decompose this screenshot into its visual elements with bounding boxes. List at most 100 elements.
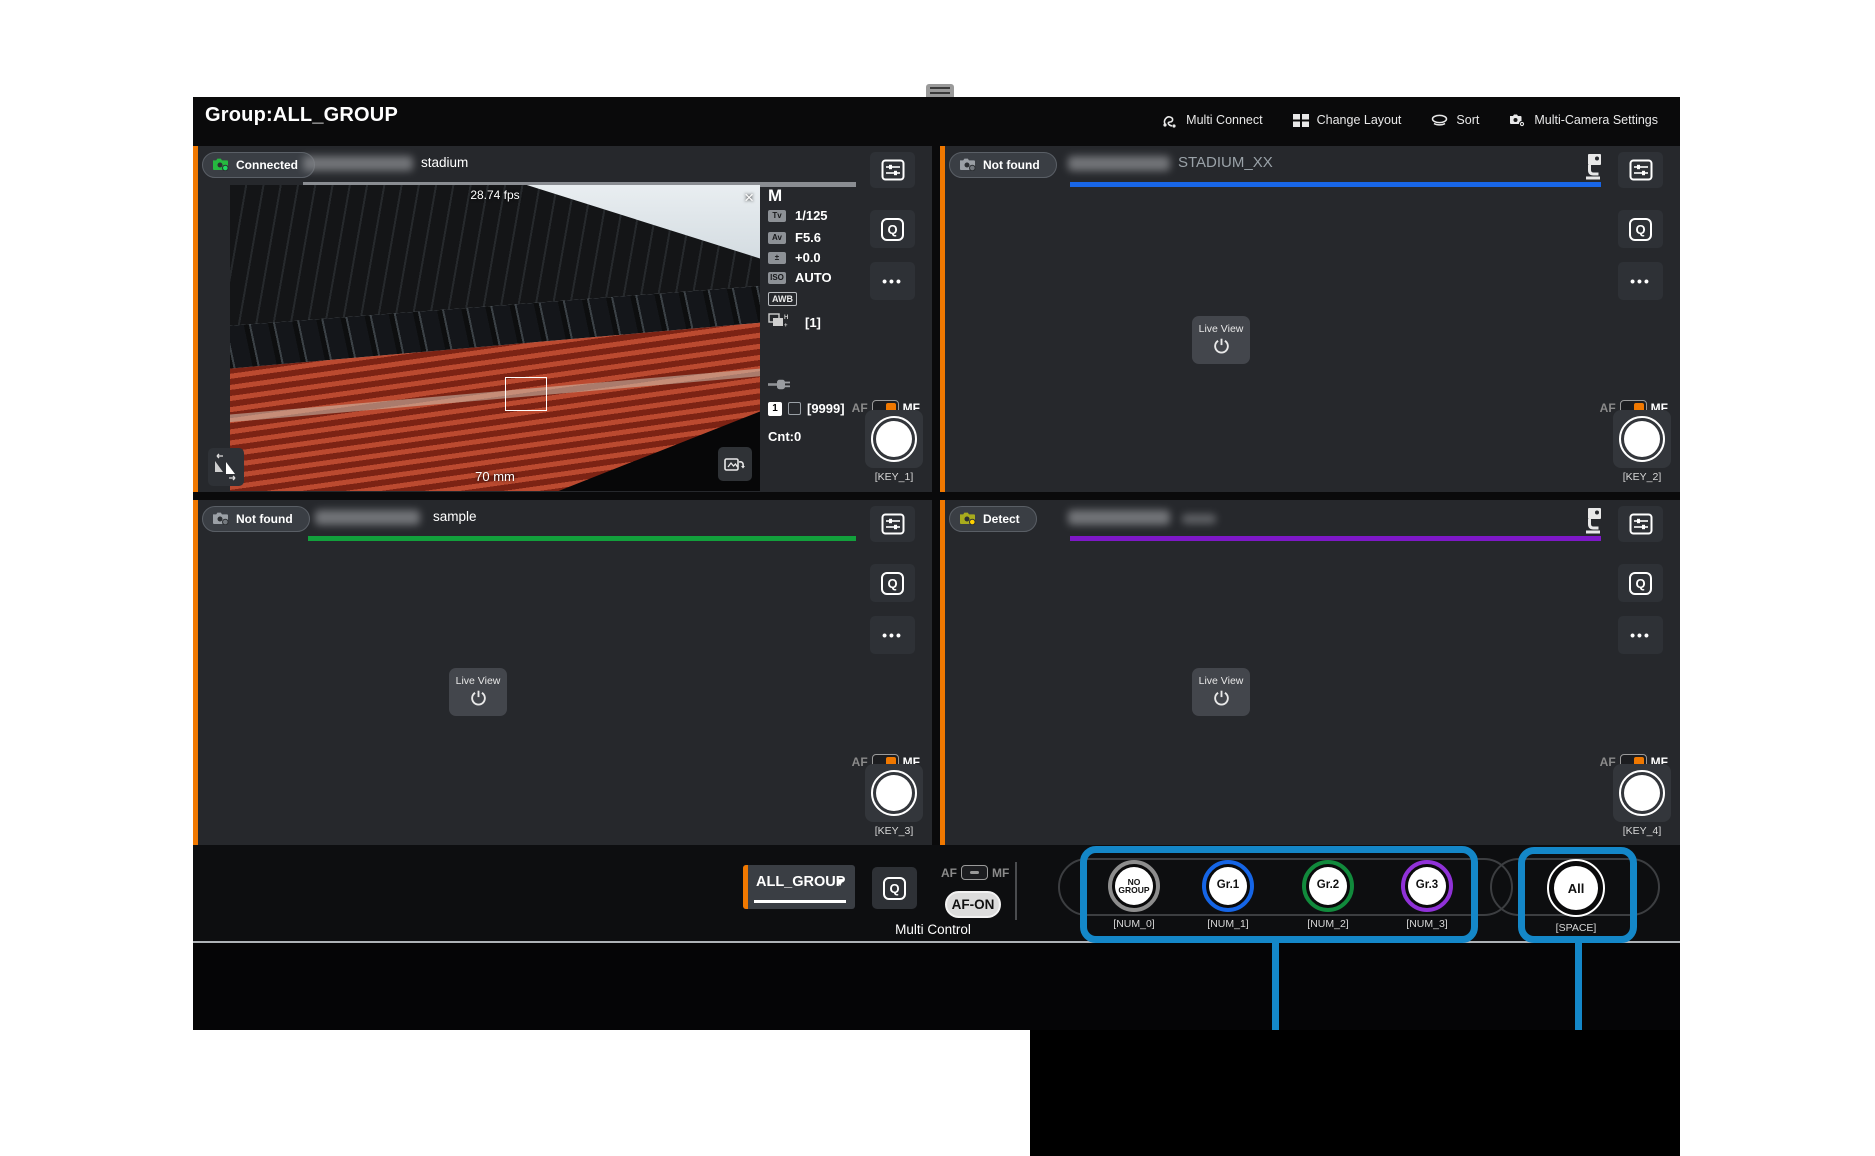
multi-control-bar: ALL_GROUP ▼ Q AF MF AF-ON Multi Control … <box>193 845 1680 1030</box>
status-badge: Not found <box>202 506 310 532</box>
more-options-button[interactable]: ••• <box>870 616 915 654</box>
quick-control-button[interactable]: Q <box>870 210 915 248</box>
live-view-image: 28.74 fps 70 mm × <box>230 185 760 491</box>
power-plug-icon <box>768 378 792 393</box>
bar-lower-area <box>193 943 1680 1030</box>
drive-count: [1] <box>805 315 821 330</box>
shortcut-key-label: [KEY_1] <box>865 471 923 483</box>
drive-mode-icon: H+ <box>768 313 788 331</box>
more-icon: ••• <box>882 627 903 643</box>
panel-settings-button[interactable] <box>1618 506 1663 542</box>
q-icon: Q <box>1629 572 1652 595</box>
shutter-release-button[interactable] <box>1613 764 1671 822</box>
more-options-button[interactable]: ••• <box>1618 262 1663 300</box>
power-icon <box>1213 337 1230 357</box>
camera-panel-3: Not found sample Q ••• Live View AF MF <box>193 500 932 845</box>
more-options-button[interactable]: ••• <box>870 262 915 300</box>
group-select-dropdown[interactable]: ALL_GROUP ▼ <box>743 865 855 909</box>
camera-panel-1: Connected stadium 28.74 fps 70 mm × <box>193 146 932 492</box>
more-options-button[interactable]: ••• <box>1618 616 1663 654</box>
panel-settings-button[interactable] <box>870 506 915 542</box>
focal-length-readout: 70 mm <box>230 469 760 484</box>
card-slot-badge: 1 <box>768 402 782 416</box>
close-icon[interactable]: × <box>744 189 754 206</box>
camera-connected-icon <box>212 157 229 174</box>
camera-not-found-icon <box>212 511 229 528</box>
focus-frame <box>505 377 547 411</box>
bar-section-divider <box>1015 862 1017 920</box>
quick-control-button[interactable]: Q <box>1618 564 1663 602</box>
quick-control-button[interactable]: Q <box>872 867 917 909</box>
iso-icon: ISO <box>768 272 786 284</box>
shortcut-key-label: [KEY_2] <box>1613 471 1671 483</box>
power-icon <box>470 689 487 709</box>
more-icon: ••• <box>1630 273 1651 289</box>
camera-ip-redacted <box>1068 156 1170 171</box>
sliders-icon <box>881 513 905 535</box>
master-af-mf-toggle[interactable] <box>961 865 988 880</box>
quick-control-button[interactable]: Q <box>1618 210 1663 248</box>
sliders-icon <box>881 159 905 181</box>
camera-panel-4: Detect Q ••• Live View AF MF <box>940 500 1680 845</box>
window-drag-handle[interactable] <box>926 84 954 97</box>
caption-area <box>1030 1030 1680 1156</box>
record-checkbox[interactable] <box>788 402 801 415</box>
image-transfer-button[interactable] <box>718 447 752 481</box>
camera-name: sample <box>433 509 477 524</box>
svg-text:+: + <box>784 323 788 328</box>
master-af-mf-toggle-group: AF MF <box>941 865 1009 880</box>
more-icon: ••• <box>882 273 903 289</box>
group-color-bar <box>1070 536 1601 541</box>
shooting-mode: M <box>768 186 782 206</box>
av-icon: Av <box>768 232 786 244</box>
shortcut-key-label: [KEY_3] <box>865 825 923 837</box>
image-arrow-icon <box>724 454 746 474</box>
multi-control-label: Multi Control <box>853 922 1013 937</box>
sliders-icon <box>1629 159 1653 181</box>
compare-view-button[interactable] <box>208 448 244 486</box>
shutter-release-button[interactable] <box>865 410 923 468</box>
menu-multi-camera-settings[interactable]: Multi-Camera Settings <box>1509 113 1658 128</box>
panel-settings-button[interactable] <box>870 152 915 188</box>
af-on-button[interactable]: AF-ON <box>945 891 1001 918</box>
q-icon: Q <box>881 572 904 595</box>
live-view-button[interactable]: Live View <box>1192 316 1250 364</box>
menu-sort[interactable]: Sort <box>1431 113 1479 127</box>
change-layout-icon <box>1293 114 1309 127</box>
panel-settings-button[interactable] <box>1618 152 1663 188</box>
panel-accent-bar <box>940 500 945 845</box>
aperture-value: F5.6 <box>795 230 821 245</box>
live-view-button[interactable]: Live View <box>1192 668 1250 716</box>
chevron-down-icon: ▼ <box>834 875 846 889</box>
status-badge: Not found <box>949 152 1057 178</box>
status-badge: Detect <box>949 506 1037 532</box>
status-badge: Connected <box>202 152 315 178</box>
callout-all-button <box>1518 847 1637 943</box>
shutter-release-button[interactable] <box>1613 410 1671 468</box>
fps-readout: 28.74 fps <box>230 188 760 202</box>
tv-icon: Tv <box>768 210 786 222</box>
shutter-release-button[interactable] <box>865 764 923 822</box>
q-icon: Q <box>881 218 904 241</box>
menu-multi-connect[interactable]: Multi Connect <box>1162 113 1262 128</box>
panel-accent-bar <box>193 146 198 492</box>
callout-stem-all-button <box>1575 942 1582 1030</box>
power-icon <box>1213 689 1230 709</box>
shot-counter: Cnt:0 <box>768 429 801 444</box>
quick-control-button[interactable]: Q <box>870 564 915 602</box>
camera-ip-redacted <box>303 156 413 171</box>
shutter-speed-value: 1/125 <box>795 208 828 223</box>
exposure-comp-value: +0.0 <box>795 250 821 265</box>
live-view-button[interactable]: Live View <box>449 668 507 716</box>
menu-change-layout[interactable]: Change Layout <box>1293 113 1402 127</box>
shortcut-key-label: [KEY_4] <box>1613 825 1671 837</box>
svg-text:H: H <box>784 315 788 321</box>
screenshot-stage: Group:ALL_GROUP Multi Connect Change Lay… <box>0 0 1875 1156</box>
camera-panel-2: Not found STADIUM_XX Q ••• Live View AF <box>940 146 1680 492</box>
camera-name: stadium <box>421 155 468 170</box>
multi-connect-icon <box>1162 113 1178 128</box>
panel-accent-bar <box>193 500 198 845</box>
sort-icon <box>1431 114 1448 127</box>
compare-images-icon <box>213 453 239 481</box>
shots-remaining: [9999] <box>807 401 845 416</box>
